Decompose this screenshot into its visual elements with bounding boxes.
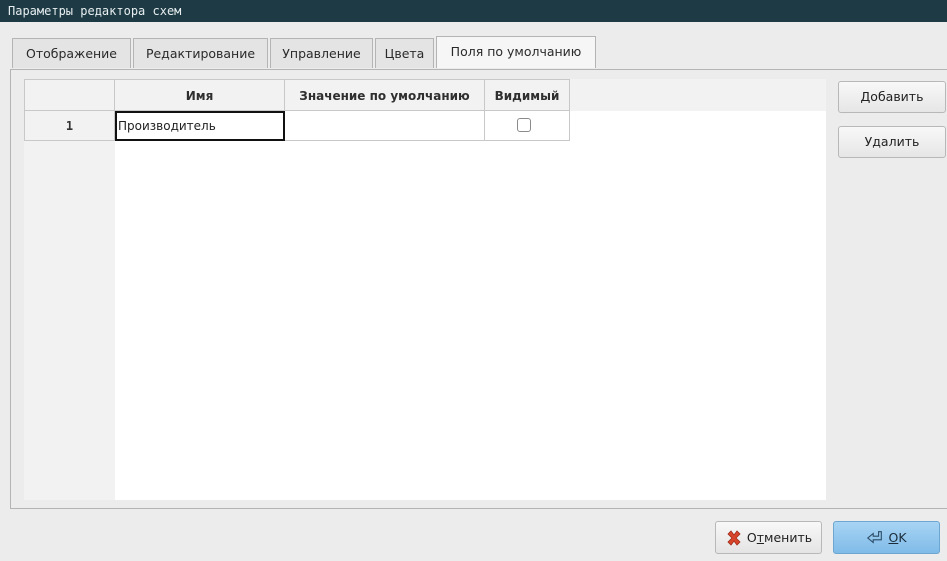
window-title: Параметры редактора схем (0, 0, 947, 22)
remove-button[interactable]: Удалить (838, 126, 946, 158)
tab-display[interactable]: Отображение (12, 38, 131, 68)
column-header-name[interactable]: Имя (115, 79, 285, 111)
grid-corner-header[interactable] (24, 79, 115, 111)
tab-editing[interactable]: Редактирование (133, 38, 268, 68)
column-header-visible[interactable]: Видимый (485, 79, 570, 111)
cell-name[interactable]: Производитель (115, 111, 285, 141)
grid-body[interactable] (115, 111, 826, 500)
ok-label: OK (888, 530, 907, 545)
visible-checkbox[interactable] (517, 118, 531, 132)
row-header[interactable]: 1 (24, 111, 115, 141)
tab-default-fields[interactable]: Поля по умолчанию (436, 36, 596, 68)
cell-default-value[interactable] (285, 111, 485, 141)
add-button[interactable]: Добавить (838, 81, 946, 113)
enter-arrow-icon (866, 529, 884, 547)
red-x-icon (725, 529, 743, 547)
cancel-label: Отменить (746, 530, 813, 545)
cancel-button[interactable]: Отменить (715, 521, 822, 554)
tab-control[interactable]: Управление (270, 38, 373, 68)
column-header-default-value[interactable]: Значение по умолчанию (285, 79, 485, 111)
tab-colors[interactable]: Цвета (375, 38, 434, 68)
ok-button[interactable]: OK (833, 521, 940, 554)
